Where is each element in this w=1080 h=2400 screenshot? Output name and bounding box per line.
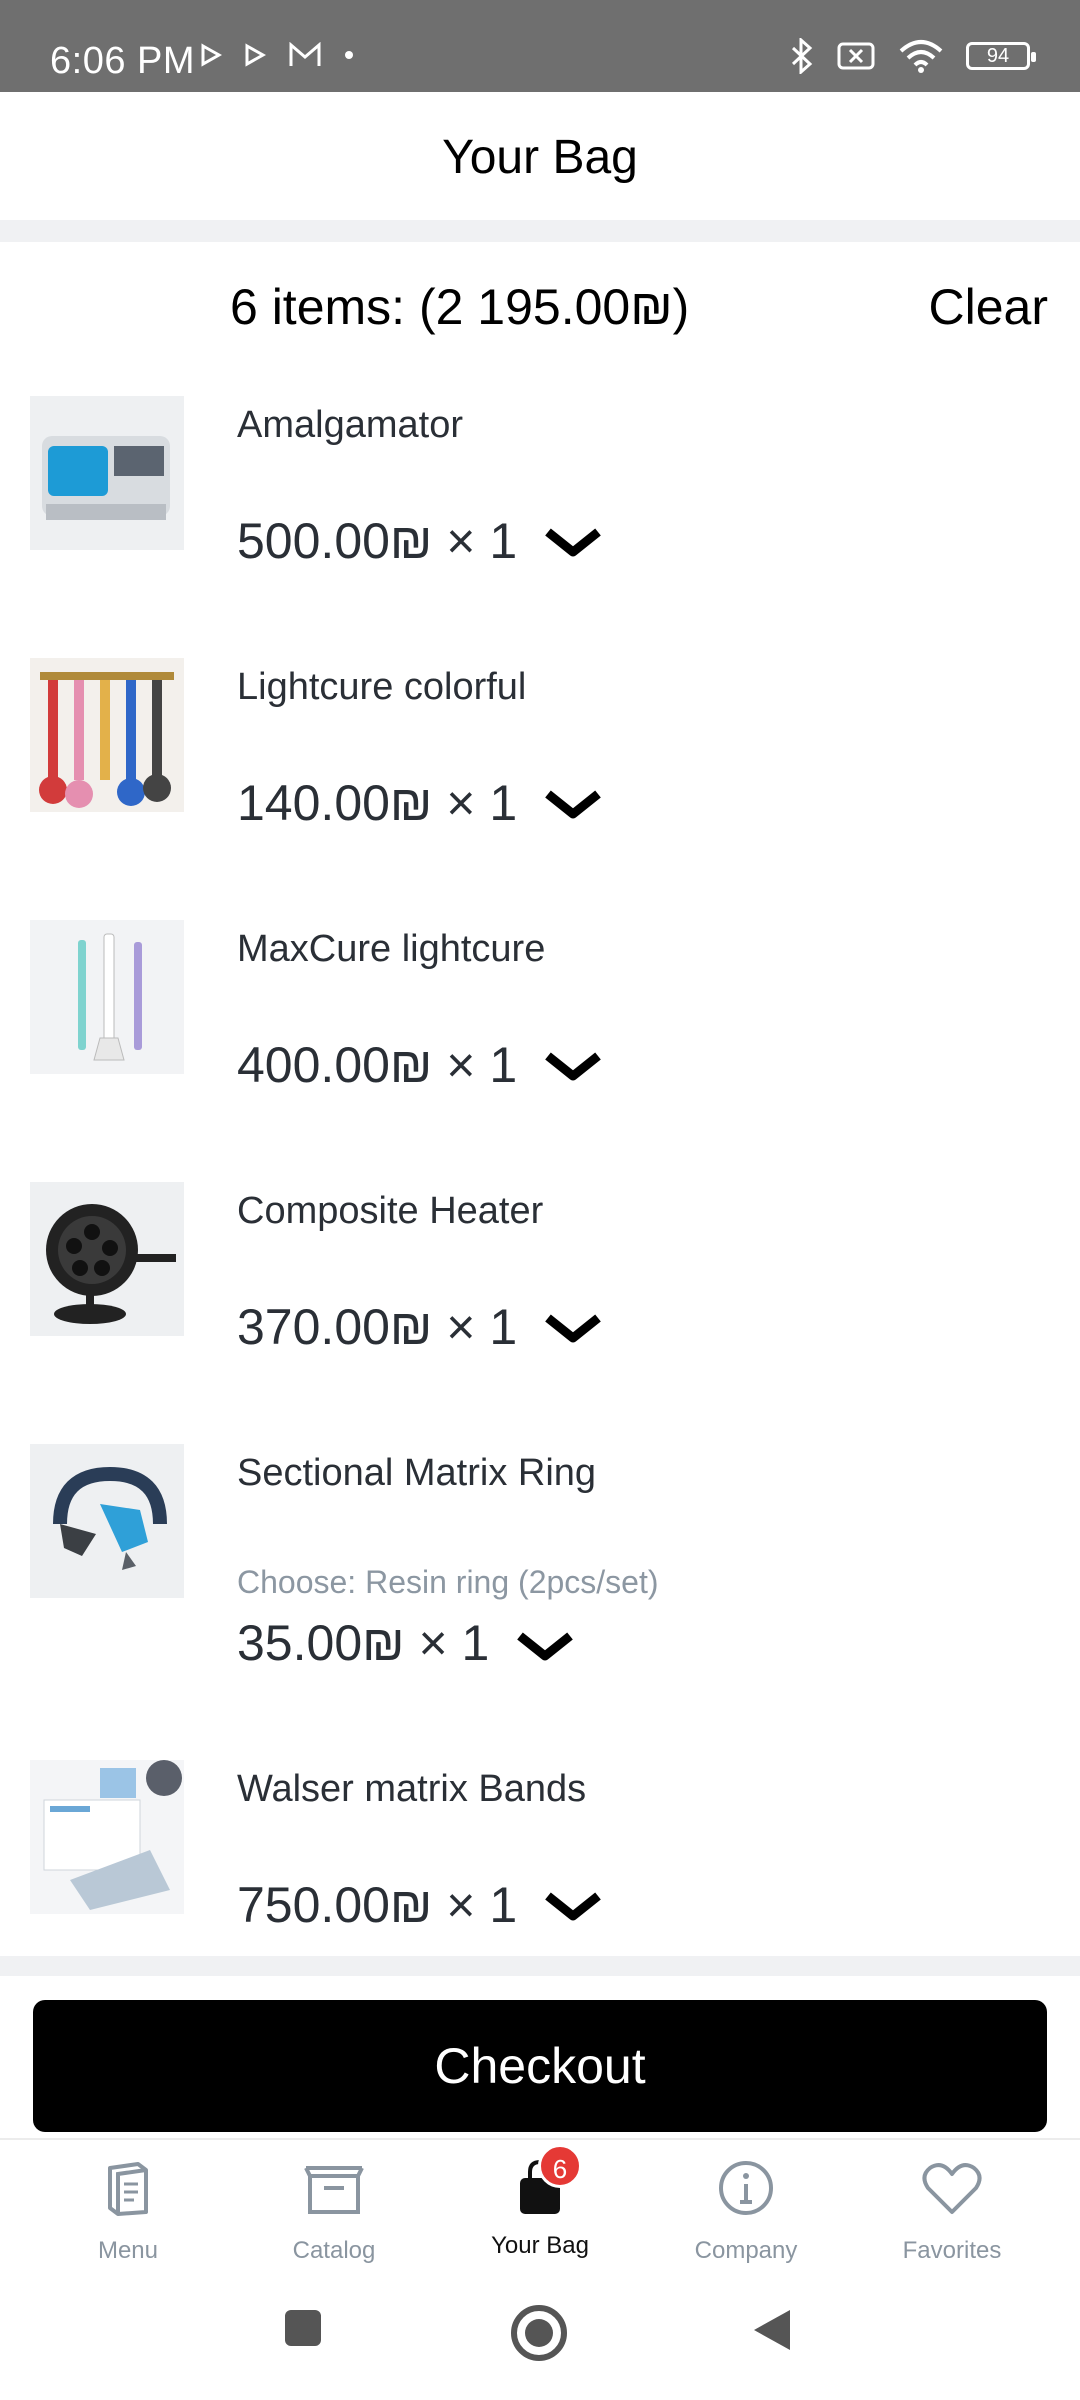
nav-item-catalog[interactable]: Catalog (234, 2158, 434, 2265)
product-price: 140.00₪ × 1 (237, 775, 518, 831)
product-name: Lightcure colorful (237, 666, 527, 708)
chevron-down-icon[interactable] (544, 1310, 602, 1346)
product-option: Choose: Resin ring (2pcs/set) (237, 1564, 659, 1600)
menu-book-icon (108, 2162, 148, 2216)
product-image[interactable] (30, 396, 184, 550)
product-name: Sectional Matrix Ring (237, 1452, 597, 1494)
app-header: Your Bag (0, 92, 1080, 220)
product-price: 370.00₪ × 1 (237, 1299, 518, 1355)
product-image[interactable] (30, 658, 184, 812)
status-right-icons: 94 (790, 38, 1036, 74)
play-icon (201, 43, 222, 67)
product-image[interactable] (30, 1760, 184, 1914)
nav-label: Your Bag (491, 2232, 589, 2259)
catalog-icon (304, 2166, 364, 2214)
recent-apps-icon[interactable] (283, 2308, 323, 2348)
gmail-icon (289, 42, 321, 66)
play-icon (245, 43, 266, 67)
chevron-down-icon[interactable] (516, 1628, 574, 1664)
clear-button[interactable]: Clear (929, 278, 1048, 336)
status-time: 6:06 PM (50, 40, 196, 82)
heart-icon (922, 2163, 982, 2214)
nav-label: Favorites (902, 2237, 1002, 2264)
chevron-down-icon[interactable] (544, 524, 602, 560)
wifi-icon (899, 40, 943, 73)
nav-item-menu[interactable]: Menu (28, 2158, 228, 2265)
product-price: 500.00₪ × 1 (237, 513, 518, 569)
product-name: Composite Heater (237, 1190, 544, 1232)
product-image[interactable] (30, 1444, 184, 1598)
nav-label: Catalog (292, 2237, 376, 2264)
bag-icon: 6 (508, 2144, 582, 2218)
nav-label: Menu (97, 2237, 159, 2264)
product-name: Amalgamator (237, 404, 463, 446)
checkout-button[interactable]: Checkout (33, 2000, 1047, 2132)
product-name: MaxCure lightcure (237, 928, 546, 970)
battery-icon: 94 (966, 42, 1036, 70)
product-image[interactable] (30, 920, 184, 1074)
divider (0, 220, 1080, 242)
product-price: 35.00₪ × 1 (237, 1615, 490, 1671)
bag-summary: 6 items: (2 195.00₪) Clear (0, 270, 1080, 350)
nav-item-favorites[interactable]: Favorites (852, 2158, 1052, 2265)
product-price: 750.00₪ × 1 (237, 1877, 518, 1933)
bottom-nav: Menu Catalog 6 Your Bag Company Favorite… (0, 2138, 1080, 2270)
bag-count-badge: 6 (538, 2144, 582, 2188)
bluetooth-icon (791, 38, 813, 74)
product-price: 400.00₪ × 1 (237, 1037, 518, 1093)
product-image[interactable] (30, 1182, 184, 1336)
divider (0, 1956, 1080, 1976)
chevron-down-icon[interactable] (544, 786, 602, 822)
product-name: Walser matrix Bands (237, 1768, 587, 1810)
nav-label: Company (694, 2237, 798, 2264)
status-left-icons (200, 42, 354, 68)
items-total: 6 items: (2 195.00₪) (230, 279, 690, 335)
home-icon[interactable] (510, 2304, 568, 2362)
back-icon[interactable] (752, 2308, 792, 2352)
dot-icon (345, 51, 353, 59)
system-nav-bar (0, 2270, 1080, 2400)
info-icon (719, 2161, 773, 2215)
page-title: Your Bag (442, 131, 638, 184)
chevron-down-icon[interactable] (544, 1888, 602, 1924)
no-sim-icon (837, 42, 875, 70)
chevron-down-icon[interactable] (544, 1048, 602, 1084)
nav-item-your-bag[interactable]: 6 Your Bag (440, 2144, 640, 2260)
nav-item-company[interactable]: Company (646, 2158, 846, 2265)
status-bar: 6:06 PM 94 (0, 0, 1080, 92)
